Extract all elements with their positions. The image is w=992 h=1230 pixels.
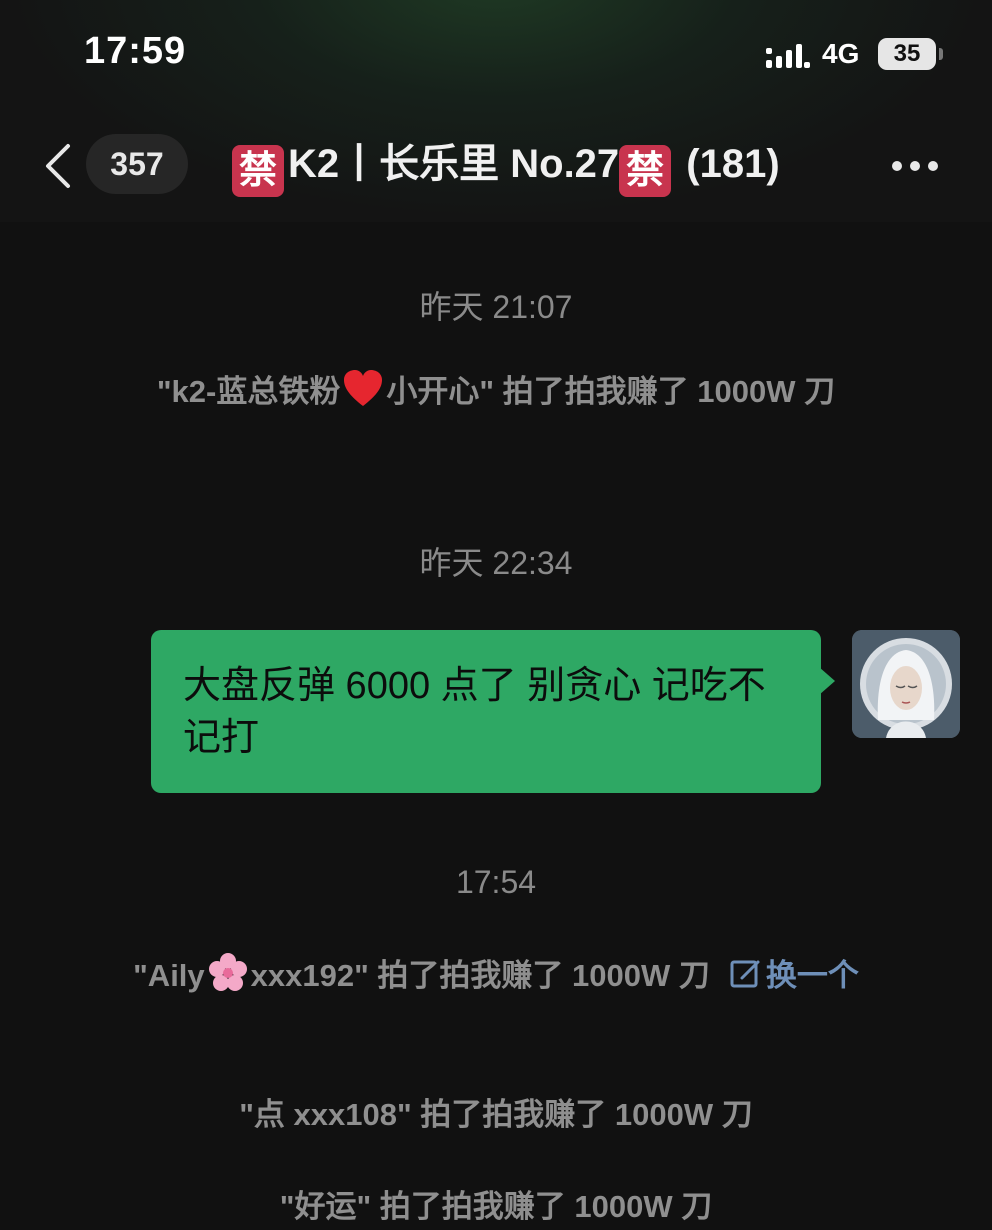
cherry-blossom-icon xyxy=(208,953,247,991)
message-timestamp: 17:54 xyxy=(455,864,537,900)
message-timestamp: 昨天 22:34 xyxy=(419,545,573,581)
forbidden-sign-icon: 禁 xyxy=(232,145,284,197)
battery-tip xyxy=(939,48,943,60)
pat-text-after: 小开心" 拍了拍我赚了 1000W 刀 xyxy=(386,374,836,409)
back-chevron-icon[interactable] xyxy=(40,142,74,190)
outgoing-message-bubble[interactable]: 大盘反弹 6000 点了 别贪心 记吃不记打 xyxy=(151,630,821,793)
status-bar: 17:59 4G 35 xyxy=(0,0,992,110)
network-type: 4G xyxy=(822,38,860,69)
message-list[interactable]: 昨天 21:07 "k2-蓝总铁粉 小开心" 拍了拍我赚了 1000W 刀 昨天… xyxy=(0,222,992,1224)
pat-notification: "k2-蓝总铁粉 小开心" 拍了拍我赚了 1000W 刀 xyxy=(80,368,912,415)
member-count: (181) xyxy=(686,142,780,186)
pat-notification: "点 xxx108" 拍了拍我赚了 1000W 刀 xyxy=(239,1097,753,1132)
group-name: K2丨长乐里 No.27 xyxy=(288,142,620,186)
more-options-icon[interactable] xyxy=(892,158,948,171)
red-heart-icon xyxy=(344,370,383,406)
avatar-portrait-icon xyxy=(852,630,960,738)
avatar[interactable] xyxy=(852,630,960,738)
unread-count-badge[interactable]: 357 xyxy=(86,134,188,194)
pat-text-before: "k2-蓝总铁粉 xyxy=(156,374,341,409)
status-time: 17:59 xyxy=(84,30,187,72)
edit-icon xyxy=(730,960,760,988)
pat-notification: "Aily xxx192" 拍了拍我赚了 1000W 刀 换一个 xyxy=(80,952,912,999)
pat-text-after: xxx192" 拍了拍我赚了 1000W 刀 xyxy=(250,958,710,993)
change-pat-label: 换一个 xyxy=(765,958,859,993)
battery-icon: 35 xyxy=(878,38,936,70)
message-text: 大盘反弹 6000 点了 别贪心 记吃不记打 xyxy=(183,665,766,759)
message-timestamp: 昨天 21:07 xyxy=(419,289,573,325)
pat-notification: "好运" 拍了拍我赚了 1000W 刀 xyxy=(279,1189,713,1224)
bubble-tail xyxy=(819,667,835,695)
chat-title[interactable]: 禁 K2丨长乐里 No.27 禁 (181) xyxy=(232,134,780,197)
signal-icon xyxy=(766,44,810,68)
chat-header: 357 禁 K2丨长乐里 No.27 禁 (181) xyxy=(0,110,992,222)
change-pat-link[interactable]: 换一个 xyxy=(710,958,859,993)
forbidden-sign-icon: 禁 xyxy=(619,145,672,197)
pat-text-before: "Aily xyxy=(133,958,205,993)
